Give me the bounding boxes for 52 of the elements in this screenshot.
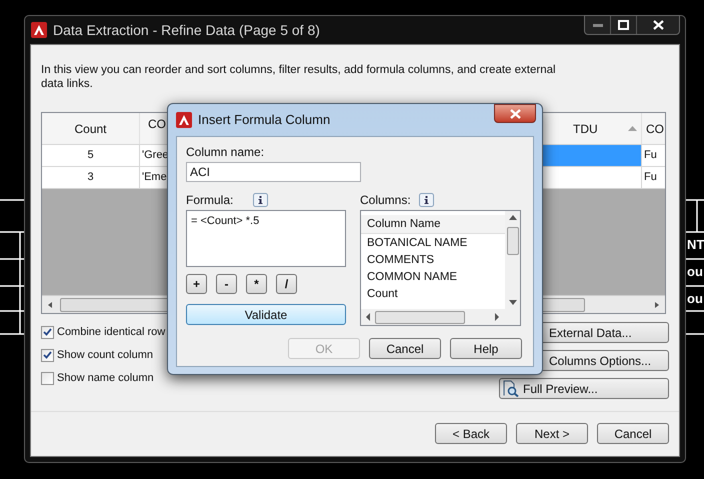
dialog-title: Insert Formula Column xyxy=(198,111,330,130)
action-button[interactable]: Full Preview... xyxy=(499,378,669,399)
field-label: Column name: xyxy=(186,145,266,159)
checkbox[interactable] xyxy=(41,326,54,338)
close-button[interactable] xyxy=(494,104,536,123)
list-item[interactable]: COMMENTS xyxy=(367,252,505,269)
nav-button[interactable]: Next > xyxy=(516,423,588,444)
table-cell[interactable]: 3 xyxy=(42,167,140,188)
info-icon xyxy=(418,193,434,207)
table-cell[interactable] xyxy=(542,145,642,166)
description-text: In this view you can reorder and sort columns, filter results, add formula columns, and create external data links. xyxy=(41,63,557,91)
list-item[interactable]: Count xyxy=(367,286,505,303)
info-icon xyxy=(253,193,268,207)
table-cell[interactable]: Fu xyxy=(642,167,665,188)
drawing-text: NT xyxy=(687,236,704,254)
list-item[interactable]: COMMON NAME xyxy=(367,269,505,286)
list-item[interactable]: BOTANICAL NAME xyxy=(367,235,505,252)
nav-button[interactable]: < Back xyxy=(435,423,507,444)
minimize-icon xyxy=(592,24,602,26)
validate-button[interactable]: Validate xyxy=(186,304,346,325)
formula-field[interactable]: = <Count> *.5 xyxy=(186,210,346,267)
table-cell[interactable]: 5 xyxy=(42,145,140,166)
column-header[interactable]: CO xyxy=(642,113,665,144)
drawing-text: ou xyxy=(687,290,704,308)
maximize-icon xyxy=(618,20,629,30)
app-logo-icon xyxy=(31,22,47,38)
field-label: Columns: xyxy=(360,192,411,209)
app-logo-icon xyxy=(176,112,192,128)
column-header[interactable]: Count xyxy=(42,113,140,144)
operator-button[interactable]: + xyxy=(186,274,207,294)
field-label: Formula: xyxy=(186,192,234,209)
drawing-text: ou xyxy=(687,263,704,281)
column-name-field[interactable]: ACI xyxy=(186,162,361,182)
close-icon xyxy=(652,20,664,30)
table-cell[interactable]: Fu xyxy=(642,145,665,166)
scroll-up-icon xyxy=(508,215,516,220)
operator-button[interactable]: * xyxy=(246,274,267,294)
window-title: Data Extraction - Refine Data (Page 5 of 8) xyxy=(53,20,320,40)
checkbox-label: Show count column xyxy=(57,348,153,363)
close-icon xyxy=(510,108,520,118)
dialog-button[interactable]: Cancel xyxy=(369,338,441,359)
checkbox[interactable] xyxy=(41,372,54,384)
operator-button[interactable]: / xyxy=(276,274,297,294)
checkbox[interactable] xyxy=(41,348,54,362)
checkbox-label: Show name column xyxy=(57,370,154,386)
list-header: Column Name xyxy=(361,215,505,234)
checkbox-label: Combine identical row xyxy=(57,324,166,340)
magnifier-page-icon xyxy=(502,380,520,397)
scroll-down-icon xyxy=(508,300,516,305)
dialog-button[interactable]: Help xyxy=(450,338,522,359)
nav-button[interactable]: Cancel xyxy=(597,423,669,444)
operator-button[interactable]: - xyxy=(216,274,237,294)
